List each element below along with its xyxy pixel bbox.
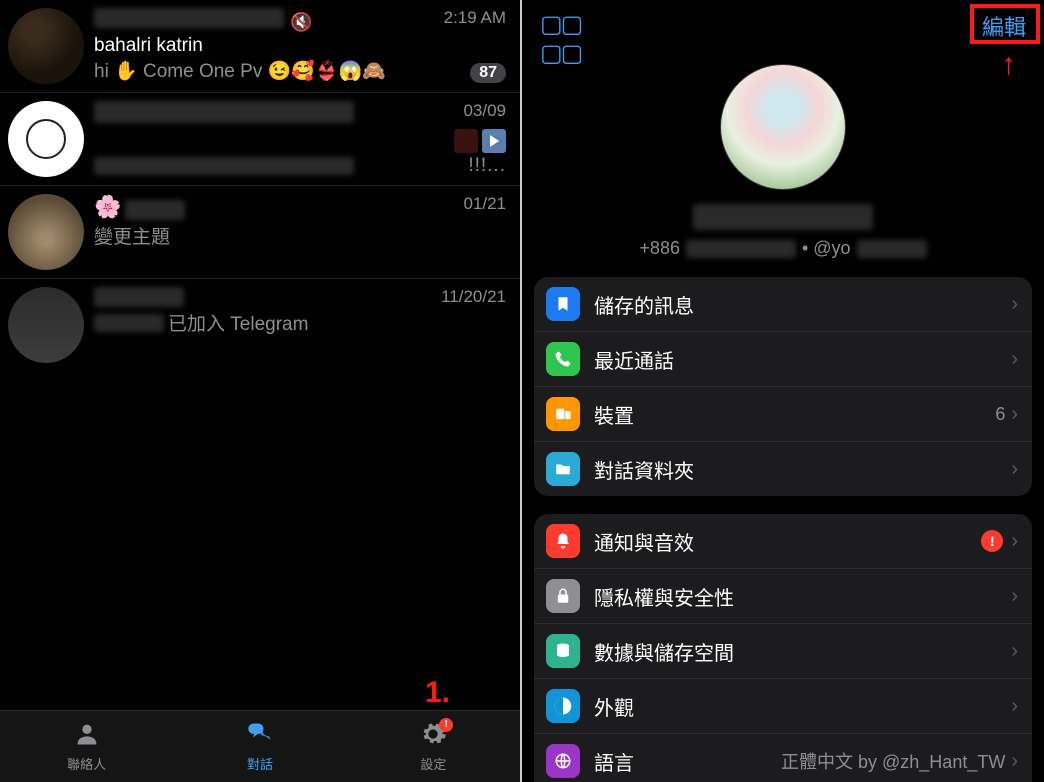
row-label: 數據與儲存空間 bbox=[594, 637, 1011, 666]
device-icon bbox=[546, 397, 580, 431]
chat-list: 🔇 2:19 AM bahalri katrin hi ✋ Come One P… bbox=[0, 0, 520, 371]
redacted-phone bbox=[686, 240, 796, 258]
preview-video-icon bbox=[482, 129, 506, 153]
globe-icon bbox=[546, 744, 580, 778]
muted-icon: 🔇 bbox=[290, 12, 312, 32]
redacted-name bbox=[125, 200, 185, 220]
unread-badge: 87 bbox=[470, 63, 506, 83]
chat-sender: bahalri katrin bbox=[94, 35, 506, 57]
chevron-right-icon: › bbox=[1011, 293, 1018, 316]
chat-time: 01/21 bbox=[463, 194, 506, 214]
row-label: 裝置 bbox=[594, 400, 995, 429]
row-label: 最近通話 bbox=[594, 345, 1011, 374]
chat-preview: 變更主題 bbox=[94, 222, 506, 249]
settings-group-2: 通知與音效!›隱私權與安全性›數據與儲存空間›外觀›語言正體中文 by @zh_… bbox=[534, 514, 1032, 782]
settings-row-db[interactable]: 數據與儲存空間› bbox=[534, 624, 1032, 679]
qr-icon[interactable]: ▢▢▢▢ bbox=[540, 10, 581, 68]
chat-time: 03/09 bbox=[463, 101, 506, 121]
row-label: 通知與音效 bbox=[594, 527, 981, 556]
tab-settings[interactable]: ! 設定 bbox=[347, 720, 520, 773]
flower-icon: 🌸 bbox=[94, 194, 121, 219]
username-prefix: • @yo bbox=[802, 238, 851, 259]
settings-row-phone[interactable]: 最近通話› bbox=[534, 332, 1032, 387]
chat-item[interactable]: 03/09 !!!... bbox=[0, 93, 520, 186]
avatar[interactable] bbox=[8, 101, 84, 177]
redacted-name bbox=[94, 287, 184, 307]
profile-info: +886 • @yo bbox=[639, 238, 926, 259]
profile-header: +886 • @yo bbox=[522, 64, 1044, 259]
chevron-right-icon: › bbox=[1011, 640, 1018, 663]
annotation-arrow-icon: ↑ bbox=[1001, 48, 1016, 82]
avatar[interactable] bbox=[8, 194, 84, 270]
folder-icon bbox=[546, 452, 580, 486]
chats-screen: 🔇 2:19 AM bahalri katrin hi ✋ Come One P… bbox=[0, 0, 522, 782]
tab-contacts[interactable]: 聯絡人 bbox=[0, 720, 173, 773]
chevron-right-icon: › bbox=[1011, 585, 1018, 608]
db-icon bbox=[546, 634, 580, 668]
avatar[interactable] bbox=[8, 287, 84, 363]
settings-row-device[interactable]: 裝置6 › bbox=[534, 387, 1032, 442]
chat-item[interactable]: 11/20/21 已加入 Telegram bbox=[0, 279, 520, 371]
redacted-name bbox=[693, 204, 873, 230]
row-label: 隱私權與安全性 bbox=[594, 582, 1011, 611]
settings-row-bell[interactable]: 通知與音效! › bbox=[534, 514, 1032, 569]
annotation-box bbox=[970, 4, 1040, 44]
settings-row-folder[interactable]: 對話資料夾› bbox=[534, 442, 1032, 496]
settings-group-1: 儲存的訊息›最近通話›裝置6›對話資料夾› bbox=[534, 277, 1032, 496]
alert-dot-icon: ! bbox=[439, 718, 453, 732]
settings-row-half[interactable]: 外觀› bbox=[534, 679, 1032, 734]
lock-icon bbox=[546, 579, 580, 613]
chat-time: 11/20/21 bbox=[441, 287, 506, 307]
redacted-name bbox=[94, 101, 354, 123]
profile-photo[interactable] bbox=[720, 64, 846, 190]
preview-trailing: !!!... bbox=[468, 155, 506, 177]
chevron-right-icon: › bbox=[1011, 695, 1018, 718]
joined-text: 已加入 Telegram bbox=[168, 309, 308, 336]
phone-prefix: +886 bbox=[639, 238, 680, 259]
row-label: 對話資料夾 bbox=[594, 455, 1011, 484]
chat-preview: 已加入 Telegram bbox=[94, 309, 506, 336]
person-icon bbox=[73, 720, 101, 752]
avatar[interactable] bbox=[8, 8, 84, 84]
settings-row-bookmark[interactable]: 儲存的訊息› bbox=[534, 277, 1032, 332]
redacted-name bbox=[94, 8, 284, 28]
alert-badge: ! bbox=[981, 530, 1003, 552]
chevron-right-icon: › bbox=[1011, 348, 1018, 371]
tab-chats[interactable]: 對話 bbox=[173, 720, 346, 773]
chevron-right-icon: › bbox=[1011, 403, 1018, 426]
bookmark-icon bbox=[546, 287, 580, 321]
phone-icon bbox=[546, 342, 580, 376]
tab-label: 對話 bbox=[247, 754, 273, 773]
annotation-step-1: 1. bbox=[425, 676, 450, 710]
row-value: 6 bbox=[995, 404, 1005, 425]
chevron-right-icon: › bbox=[1011, 750, 1018, 773]
redacted-preview bbox=[94, 157, 354, 175]
chat-item[interactable]: 🌸 01/21 變更主題 bbox=[0, 186, 520, 279]
settings-screen: ▢▢▢▢ 編輯 ↑ +886 • @yo 儲存的訊息›最近通話›裝置6›對話資料… bbox=[522, 0, 1044, 782]
bell-icon bbox=[546, 524, 580, 558]
redacted-username bbox=[857, 240, 927, 258]
settings-row-lock[interactable]: 隱私權與安全性› bbox=[534, 569, 1032, 624]
chat-bubbles-icon bbox=[245, 720, 275, 752]
row-label: 儲存的訊息 bbox=[594, 290, 1011, 319]
chat-item[interactable]: 🔇 2:19 AM bahalri katrin hi ✋ Come One P… bbox=[0, 0, 520, 93]
row-label: 外觀 bbox=[594, 692, 1011, 721]
tab-bar: 聯絡人 對話 ! 設定 bbox=[0, 710, 520, 782]
gear-icon: ! bbox=[419, 720, 447, 752]
chevron-right-icon: › bbox=[1011, 458, 1018, 481]
tab-label: 聯絡人 bbox=[67, 754, 106, 773]
row-label: 語言 bbox=[594, 747, 781, 776]
preview-thumb-icon bbox=[454, 129, 478, 153]
chat-preview: hi ✋ Come One Pv 😉🥰👙😱🙈 bbox=[94, 59, 386, 83]
half-icon bbox=[546, 689, 580, 723]
chat-time: 2:19 AM bbox=[444, 8, 506, 28]
tab-label: 設定 bbox=[420, 754, 446, 773]
redacted-preview bbox=[94, 314, 164, 332]
settings-row-globe[interactable]: 語言正體中文 by @zh_Hant_TW › bbox=[534, 734, 1032, 782]
row-value: 正體中文 by @zh_Hant_TW bbox=[781, 748, 1005, 774]
chevron-right-icon: › bbox=[1011, 530, 1018, 553]
